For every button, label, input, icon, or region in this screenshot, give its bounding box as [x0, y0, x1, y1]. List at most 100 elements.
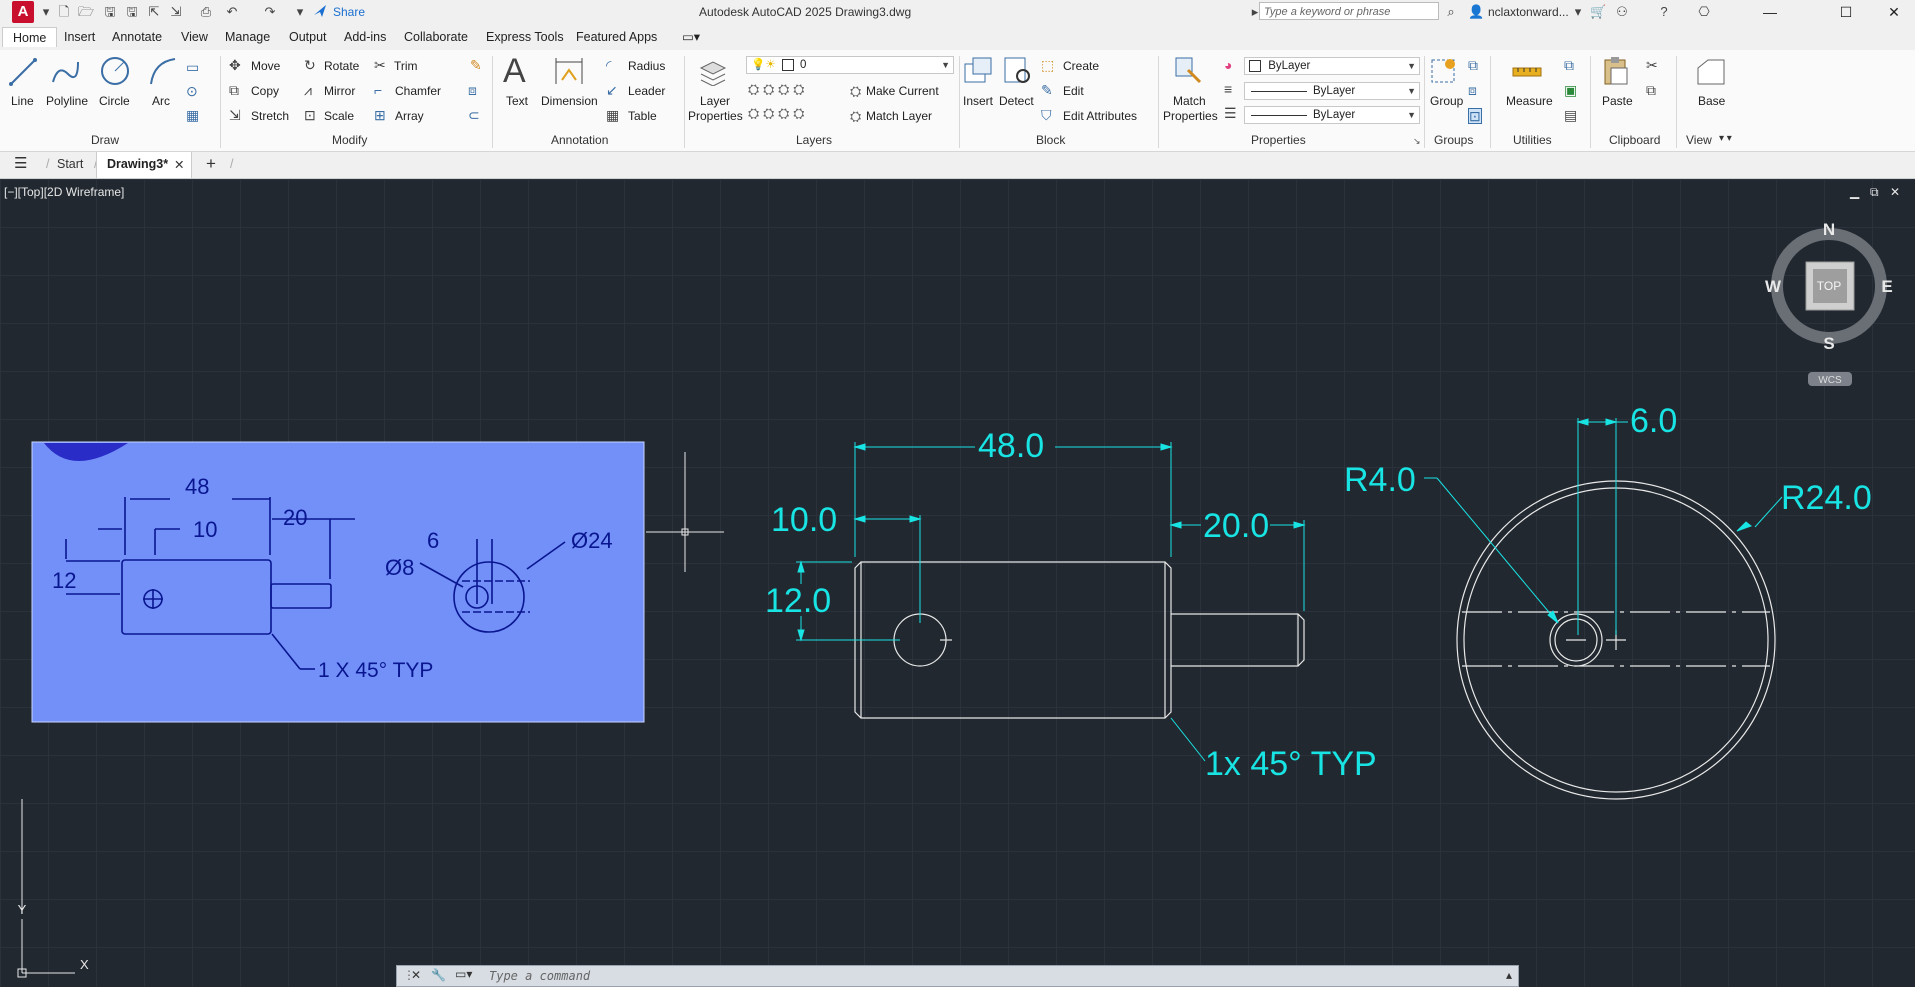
- customize-qat-icon[interactable]: ▾: [292, 4, 308, 20]
- trim-button[interactable]: Trim: [394, 59, 418, 73]
- hamburger-menu-icon[interactable]: ☰: [14, 154, 27, 172]
- tab-start[interactable]: Start: [57, 157, 83, 171]
- tab-annotate[interactable]: Annotate: [112, 30, 162, 44]
- layer-properties-label-2[interactable]: Properties: [688, 109, 743, 123]
- plot-icon[interactable]: ⎙: [198, 4, 214, 20]
- autocad-logo-icon[interactable]: A: [12, 1, 34, 23]
- properties-launcher-icon[interactable]: ↘: [1413, 134, 1421, 148]
- user-name[interactable]: nclaxtonward...: [1488, 5, 1569, 19]
- layers-panel-title[interactable]: Layers: [796, 133, 832, 147]
- layer-tools-row2-icon[interactable]: ⛭ ⛭ ⛭ ⛭: [748, 106, 804, 120]
- radius-icon[interactable]: ◜: [606, 58, 611, 72]
- view-panel-title[interactable]: View: [1686, 133, 1712, 147]
- id-point-icon[interactable]: ▣: [1564, 83, 1577, 97]
- group-button[interactable]: Group: [1430, 94, 1463, 108]
- command-close-icon[interactable]: ✕: [411, 968, 421, 982]
- scale-button[interactable]: Scale: [324, 109, 354, 123]
- dim-20[interactable]: 20.0: [1203, 507, 1269, 545]
- circle-icon[interactable]: [100, 56, 130, 86]
- command-customize-icon[interactable]: 🔧: [431, 968, 446, 982]
- dim-48[interactable]: 48.0: [978, 427, 1044, 465]
- user-menu-chevron-icon[interactable]: ▾: [1570, 4, 1586, 20]
- groups-panel-title[interactable]: Groups: [1434, 133, 1473, 147]
- measure-button[interactable]: Measure: [1506, 94, 1553, 108]
- insert-block-icon[interactable]: [963, 56, 993, 86]
- arc-icon[interactable]: [148, 56, 178, 86]
- viewcube-south-label[interactable]: S: [1823, 334, 1834, 353]
- text-button[interactable]: Text: [506, 94, 528, 108]
- tab-output[interactable]: Output: [289, 30, 327, 44]
- layer-properties-icon[interactable]: [698, 56, 728, 86]
- match-properties-icon[interactable]: [1174, 56, 1204, 86]
- circle-button[interactable]: Circle: [99, 94, 130, 108]
- command-line[interactable]: ⋮ ✕ 🔧 ▭▾ Type a command ▴: [396, 965, 1519, 987]
- create-block-icon[interactable]: ⬚: [1041, 58, 1054, 72]
- maximize-button[interactable]: ☐: [1836, 2, 1856, 22]
- annotation-panel-title[interactable]: Annotation: [551, 133, 608, 147]
- rotate-icon[interactable]: ↻: [304, 58, 316, 72]
- tab-home[interactable]: Home: [2, 27, 58, 47]
- detect-icon[interactable]: [1003, 56, 1033, 86]
- edit-block-button[interactable]: Edit: [1063, 84, 1084, 98]
- search-icon[interactable]: ⌕: [1443, 4, 1459, 20]
- text-icon[interactable]: A: [503, 52, 526, 91]
- color-dropdown[interactable]: ByLayer ▼: [1244, 57, 1420, 75]
- save-as-icon[interactable]: 🖫: [124, 4, 140, 20]
- group-selection-icon[interactable]: ⊡: [1468, 108, 1482, 124]
- app-store-icon[interactable]: ⎔: [1696, 4, 1712, 20]
- close-tab-icon[interactable]: ✕: [174, 157, 184, 172]
- rotate-button[interactable]: Rotate: [324, 59, 359, 73]
- edit-block-icon[interactable]: ✎: [1041, 83, 1053, 97]
- match-layer-button[interactable]: Match Layer: [866, 109, 932, 123]
- minimize-button[interactable]: —: [1760, 2, 1780, 22]
- dim-12[interactable]: 12.0: [765, 582, 831, 620]
- quick-select-icon[interactable]: ⧉: [1564, 58, 1574, 72]
- new-tab-icon[interactable]: +: [206, 154, 216, 174]
- cut-icon[interactable]: ✂: [1646, 58, 1658, 72]
- tab-drawing3[interactable]: Drawing3*: [107, 157, 168, 171]
- export-icon[interactable]: ⇱: [146, 4, 162, 20]
- erase-icon[interactable]: ✎: [470, 58, 482, 72]
- match-properties-label-2[interactable]: Properties: [1163, 109, 1218, 123]
- reference-image[interactable]: 48 20 10 12 6 Ø8 Ø24 1 X 45° TYP: [31, 441, 645, 723]
- command-expand-icon[interactable]: ▴: [1506, 968, 1512, 982]
- command-history-icon[interactable]: ▭▾: [455, 967, 472, 981]
- end-view-dimensions[interactable]: [1424, 418, 1783, 635]
- command-input[interactable]: Type a command: [489, 969, 590, 983]
- new-file-icon[interactable]: 🗋: [56, 4, 72, 20]
- base-view-icon[interactable]: [1696, 56, 1726, 86]
- make-current-icon[interactable]: ⛭: [850, 84, 861, 98]
- line-button[interactable]: Line: [11, 94, 34, 108]
- viewcube-north-label[interactable]: N: [1823, 220, 1835, 239]
- region-icon[interactable]: ▦: [186, 108, 199, 122]
- side-view-dimensions[interactable]: [796, 442, 1306, 762]
- modify-panel-title[interactable]: Modify: [332, 133, 367, 147]
- base-button[interactable]: Base: [1698, 94, 1725, 108]
- connect-icon[interactable]: ⚇: [1614, 4, 1630, 20]
- dim-6[interactable]: 6.0: [1630, 402, 1677, 440]
- mirror-icon[interactable]: ⩘: [304, 83, 312, 97]
- layer-dropdown[interactable]: 💡☀ 0 ▼: [746, 56, 954, 74]
- view-panel-chevron-icon[interactable]: ▾ ▾: [1719, 133, 1732, 144]
- import-icon[interactable]: ⇲: [168, 4, 184, 20]
- viewcube[interactable]: TOP N S E W WCS: [1765, 220, 1893, 386]
- chamfer-button[interactable]: Chamfer: [395, 84, 441, 98]
- line-icon[interactable]: [8, 56, 38, 86]
- copy-icon[interactable]: ⧉: [229, 83, 239, 97]
- properties-panel-title[interactable]: Properties: [1251, 133, 1306, 147]
- block-panel-title[interactable]: Block: [1036, 133, 1065, 147]
- insert-button[interactable]: Insert: [963, 94, 993, 108]
- cart-icon[interactable]: 🛒: [1590, 4, 1606, 20]
- side-view-geometry[interactable]: [854, 561, 1305, 719]
- detect-button[interactable]: Detect: [999, 94, 1034, 108]
- dimension-icon[interactable]: [554, 56, 584, 86]
- tab-manage[interactable]: Manage: [225, 30, 270, 44]
- edit-attributes-button[interactable]: Edit Attributes: [1063, 109, 1137, 123]
- help-icon[interactable]: ?: [1656, 4, 1672, 20]
- tab-insert[interactable]: Insert: [64, 30, 95, 44]
- clipboard-panel-title[interactable]: Clipboard: [1609, 133, 1660, 147]
- open-file-icon[interactable]: 🗁: [78, 4, 94, 20]
- polyline-button[interactable]: Polyline: [46, 94, 88, 108]
- chamfer-icon[interactable]: ⌐: [374, 83, 382, 97]
- dimension-button[interactable]: Dimension: [541, 94, 598, 108]
